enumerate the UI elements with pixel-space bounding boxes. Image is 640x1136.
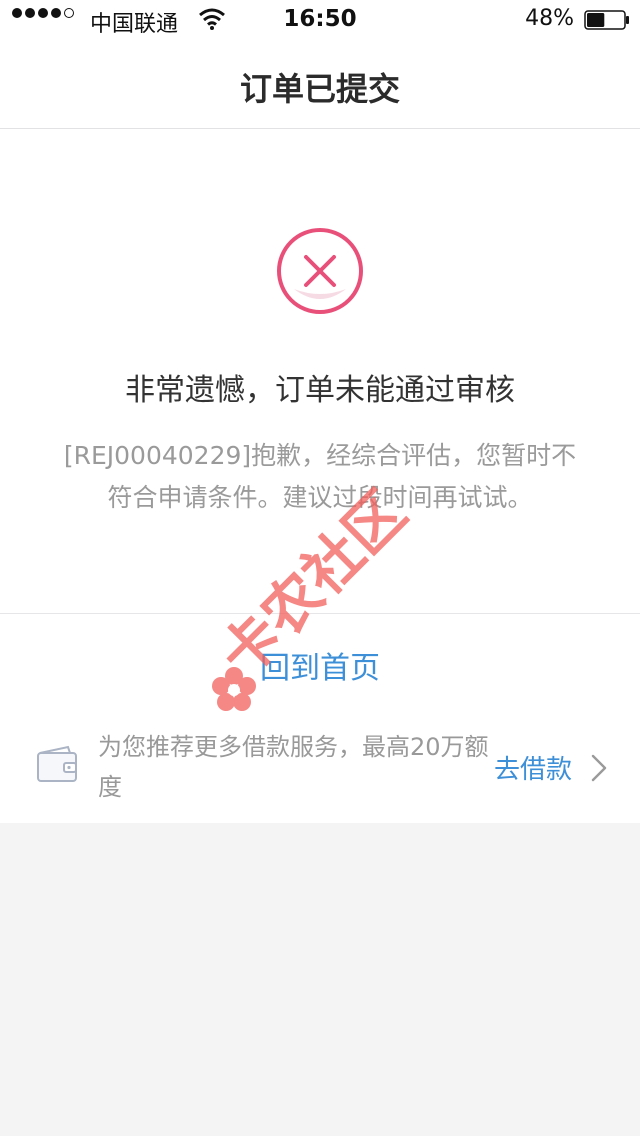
status-bar: 中国联通 16:50 48%	[0, 0, 640, 40]
result-message: [REJ00040229]抱歉，经综合评估，您暂时不符合申请条件。建议过段时间再…	[63, 441, 577, 512]
navigation-bar: 订单已提交	[0, 40, 640, 129]
wallet-icon	[37, 745, 77, 782]
battery-icon	[584, 10, 629, 30]
battery-percent: 48%	[525, 6, 574, 31]
promo-text: 为您推荐更多借款服务，最高20万额度	[98, 733, 489, 801]
close-circle-icon	[277, 228, 363, 314]
page-title: 订单已提交	[239, 70, 400, 108]
chevron-right-icon[interactable]	[590, 753, 608, 783]
divider	[0, 613, 640, 614]
loan-promo-row[interactable]: 为您推荐更多借款服务，最高20万额度 去借款	[0, 727, 640, 807]
result-title: 非常遗憾，订单未能通过审核	[125, 373, 515, 408]
go-borrow-link[interactable]: 去借款	[494, 749, 572, 786]
result-card: 非常遗憾，订单未能通过审核 [REJ00040229]抱歉，经综合评估，您暂时不…	[0, 129, 640, 823]
back-to-home-link[interactable]: 回到首页	[0, 643, 640, 687]
